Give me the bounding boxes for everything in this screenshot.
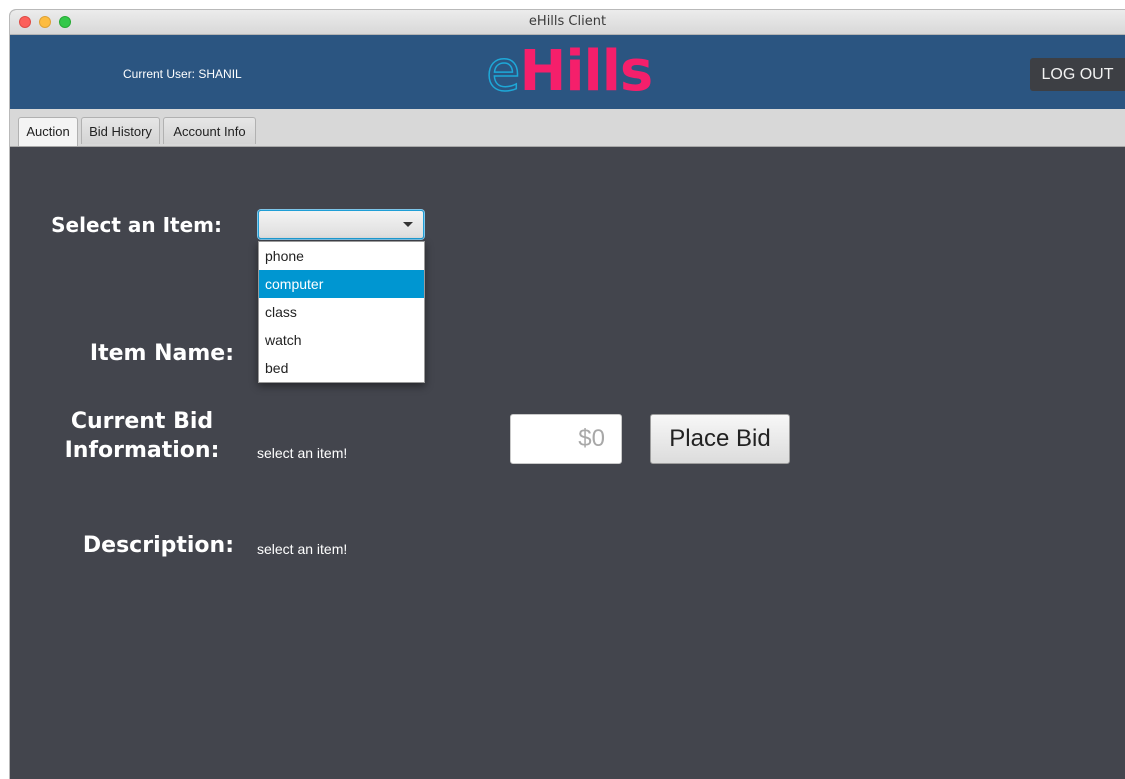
description-label: Description: [82,533,234,558]
current-user-label: Current User: SHANIL [123,67,242,81]
item-name-label: Item Name: [89,341,234,366]
tab-auction[interactable]: Auction [18,117,78,146]
bid-amount-input[interactable] [510,414,622,464]
tab-bid-history[interactable]: Bid History [81,117,160,144]
description-value: select an item! [257,541,348,557]
dropdown-option-highlighted[interactable]: computer [259,270,424,298]
app-header: Current User: SHANIL eHills LOG OUT [10,35,1125,109]
current-bid-label-line2: Information: [64,438,220,463]
title-bar: eHills Client [10,10,1125,35]
dropdown-option[interactable]: class [259,298,424,326]
window-title: eHills Client [528,14,607,29]
logout-button[interactable]: LOG OUT [1030,58,1125,91]
tab-account-info[interactable]: Account Info [163,117,256,144]
current-bid-value: select an item! [257,445,348,461]
logo-e: e [485,39,521,104]
tab-bar: Auction Bid History Account Info [10,109,1125,147]
app-window: eHills Client Current User: SHANIL eHill… [10,10,1125,779]
dropdown-option[interactable]: bed [259,354,424,382]
select-item-label: Select an Item: [51,213,222,237]
ehills-logo: eHills [485,39,653,104]
chevron-down-icon[interactable] [403,222,413,227]
item-dropdown-list: phone computer class watch bed [258,241,425,383]
current-bid-label-line1: Current Bid [70,409,214,434]
item-select-combobox[interactable] [258,210,424,239]
dropdown-option[interactable]: phone [259,242,424,270]
place-bid-button[interactable]: Place Bid [650,414,790,464]
current-bid-label: Current Bid Information: [50,407,234,465]
logo-hills: Hills [519,39,653,104]
dropdown-option[interactable]: watch [259,326,424,354]
